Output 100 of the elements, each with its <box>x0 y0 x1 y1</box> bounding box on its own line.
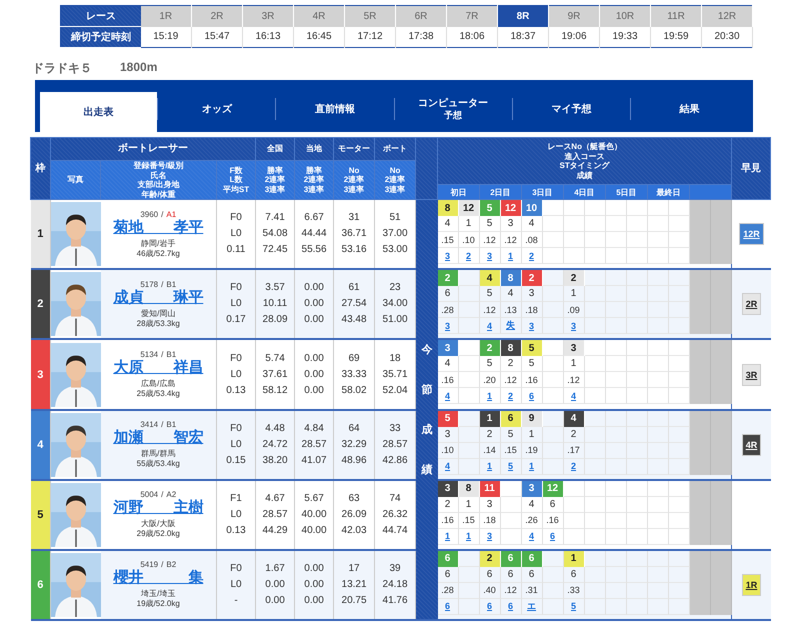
header-label: 3連率 <box>344 184 364 195</box>
result-link[interactable]: 6 <box>508 601 514 612</box>
early-race-button[interactable]: 2R <box>742 293 762 316</box>
racer-name-link[interactable]: 櫻井 集 <box>113 569 204 588</box>
result-link[interactable]: 4 <box>487 320 492 331</box>
race-tab[interactable]: 12R <box>702 6 752 26</box>
race-tab[interactable]: 11R <box>650 6 702 26</box>
empty-cell <box>606 496 627 513</box>
empty-cell <box>500 512 522 529</box>
deadline-time: 18:06 <box>446 26 498 48</box>
result-link[interactable]: 2 <box>508 390 514 401</box>
empty-cell <box>626 410 648 427</box>
race-tab[interactable]: 8R <box>498 6 548 26</box>
result-link[interactable]: 1 <box>445 531 450 542</box>
result-link[interactable]: 5 <box>571 601 576 612</box>
empty-cell <box>648 340 669 356</box>
empty-cell <box>564 248 585 264</box>
empty-cell <box>542 302 564 318</box>
result-link[interactable]: 1 <box>529 461 534 472</box>
early-race-button[interactable]: 1R <box>742 574 762 596</box>
stat-value: 0.00 <box>303 352 325 364</box>
racer-name-link[interactable]: 大原 祥昌 <box>113 359 204 377</box>
result-link[interactable]: 1 <box>487 461 492 472</box>
race-tab[interactable]: 2R <box>192 6 242 26</box>
racer-name-link[interactable]: 河野 主樹 <box>113 499 204 518</box>
result-link[interactable]: 6 <box>529 390 534 401</box>
page-tab[interactable]: コンピューター 予想 <box>394 80 512 132</box>
result-link[interactable]: 1 <box>487 390 492 401</box>
result-link[interactable]: 6 <box>445 601 450 612</box>
result-link[interactable]: 3 <box>487 250 492 261</box>
race-number: 5 <box>522 340 543 356</box>
result-link[interactable]: 4 <box>529 531 534 542</box>
empty-cell <box>626 372 648 388</box>
race-tab[interactable]: 6R <box>396 6 446 26</box>
start-timing: .16 <box>542 512 564 529</box>
empty-cell <box>458 566 480 583</box>
race-tab[interactable]: 9R <box>548 6 600 26</box>
result-link[interactable]: 3 <box>571 320 576 331</box>
result-link[interactable]: 失 <box>506 319 516 332</box>
result-link[interactable]: 6 <box>550 531 556 542</box>
page-tab[interactable]: 結果 <box>630 80 748 132</box>
result-link[interactable]: 2 <box>466 250 472 261</box>
empty-cell <box>542 216 564 232</box>
start-timing: .33 <box>564 582 585 599</box>
racer-class: A2 <box>166 490 176 500</box>
result-link[interactable]: 3 <box>487 531 492 542</box>
result-link[interactable]: 2 <box>529 250 534 261</box>
early-race-button[interactable]: 4R <box>742 434 762 456</box>
result-link[interactable]: 5 <box>508 461 514 472</box>
separator: / <box>161 280 164 289</box>
column-header: ボート <box>374 138 416 160</box>
racer-name-link[interactable]: 菊地 孝平 <box>113 218 204 237</box>
result-link[interactable]: 3 <box>445 320 450 331</box>
header-label: 3連率 <box>264 184 286 195</box>
result-link[interactable]: エ <box>527 600 536 613</box>
race-tab[interactable]: 3R <box>242 6 294 26</box>
empty-cell <box>564 200 585 216</box>
early-race-button[interactable]: 12R <box>739 223 764 246</box>
course-value: 2 <box>500 356 522 372</box>
empty-cell <box>648 442 669 459</box>
frame-number: 4 <box>30 410 50 480</box>
page-tab[interactable]: 直前情報 <box>276 80 394 132</box>
result-link[interactable]: 1 <box>508 250 514 261</box>
result-link[interactable]: 1 <box>466 531 472 542</box>
race-number: 2 <box>480 340 501 356</box>
page-tab[interactable]: 出走表 <box>40 92 158 132</box>
empty-cell <box>606 356 627 372</box>
race-tab[interactable]: 4R <box>294 6 344 26</box>
race-tab[interactable]: 10R <box>600 6 650 26</box>
course-value: 4 <box>438 216 459 232</box>
stat-value: 33 <box>388 422 402 435</box>
empty-cell <box>584 582 606 599</box>
start-timing: .15 <box>458 512 480 529</box>
stat-value: F0 <box>229 562 243 575</box>
race-tab[interactable]: 5R <box>344 6 396 26</box>
result-link[interactable]: 3 <box>529 320 534 331</box>
early-race-button[interactable]: 3R <box>742 364 762 386</box>
racer-name-link[interactable]: 成貞 琳平 <box>113 288 204 307</box>
stat-value: F0 <box>229 212 243 224</box>
stat-value: 0.17 <box>225 314 247 326</box>
racer-name-link[interactable]: 加瀬 智宏 <box>113 429 204 448</box>
course-value: 6 <box>542 496 564 513</box>
race-tab[interactable]: 1R <box>140 6 192 26</box>
empty-cell <box>564 232 585 248</box>
page-tab[interactable]: オッズ <box>158 80 276 132</box>
racer-class: B2 <box>166 560 176 570</box>
result-link[interactable]: 4 <box>445 390 450 401</box>
day-header: 3日目 <box>522 184 564 200</box>
result-link[interactable]: 4 <box>445 461 450 472</box>
result-link[interactable]: 3 <box>445 250 450 261</box>
result-link[interactable]: 2 <box>571 461 576 472</box>
empty-cell <box>648 318 669 334</box>
result-link[interactable]: 6 <box>487 601 492 612</box>
stat-value: 42.03 <box>340 524 368 537</box>
race-tab[interactable]: 7R <box>446 6 498 26</box>
start-timing: .15 <box>500 442 522 459</box>
result-link[interactable]: 4 <box>571 390 576 401</box>
page-tab[interactable]: マイ予想 <box>512 80 630 132</box>
stat-value: 0.00 <box>303 368 325 380</box>
empty-cell <box>606 410 627 427</box>
